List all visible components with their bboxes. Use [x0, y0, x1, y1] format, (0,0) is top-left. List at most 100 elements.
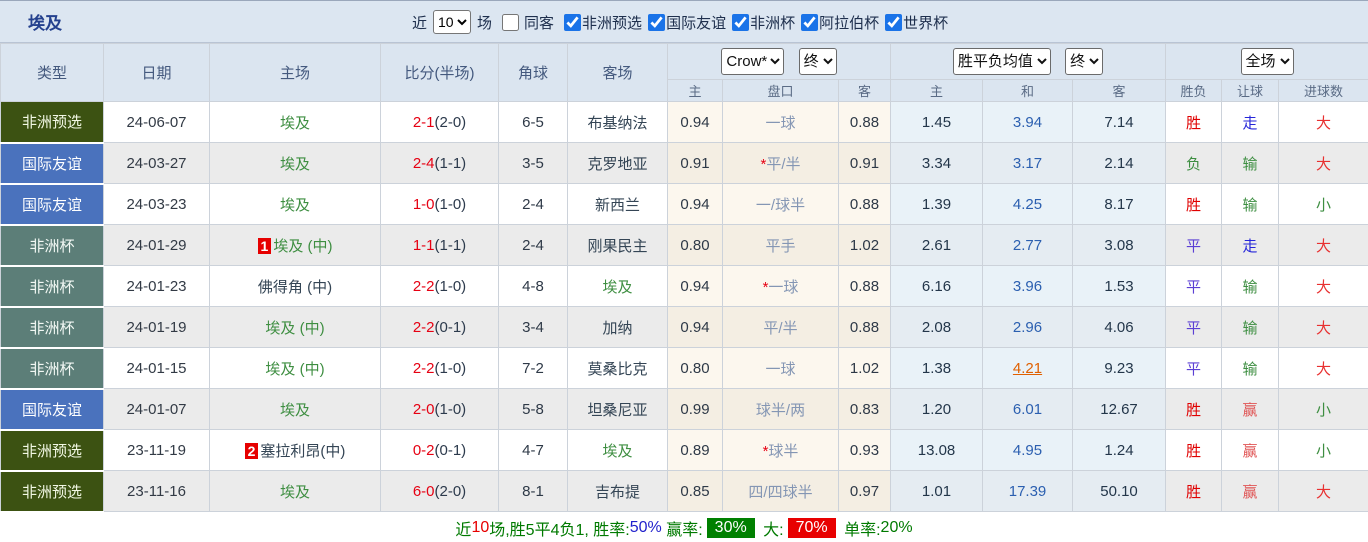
odds-home: 2.08	[890, 306, 984, 348]
odds-home: 13.08	[890, 429, 984, 471]
match-score: 6-0(2-0)	[380, 470, 499, 512]
same-away-label: 同客	[524, 14, 555, 32]
handicap-result-cell: 输	[1221, 142, 1280, 184]
rank-badge: 1	[257, 237, 272, 254]
table-row: 国际友谊 24-01-07 埃及 2-0(1-0) 5-8 坦桑尼亚 0.99 …	[0, 388, 1368, 431]
big-rate-badge: 70%	[787, 517, 836, 538]
match-score: 2-4(1-1)	[380, 142, 499, 184]
odds-away: 2.14	[1072, 142, 1167, 184]
filter-world-cup-label: 世界杯	[903, 14, 949, 32]
odds-home: 3.34	[890, 142, 984, 184]
match-date: 23-11-19	[103, 429, 210, 471]
goals-cell: 小	[1278, 183, 1368, 225]
filter-africa-qual-group: 非洲预选	[558, 12, 642, 33]
handicap-home-odds: 0.94	[667, 265, 723, 307]
match-score: 1-0(1-0)	[380, 183, 499, 225]
filter-arab-cup-group: 阿拉伯杯	[795, 12, 879, 33]
same-away-group: 同客	[496, 12, 558, 33]
result-cell: 负	[1165, 142, 1223, 184]
match-score: 2-1(2-0)	[380, 101, 499, 143]
handicap-result-cell: 赢	[1221, 388, 1280, 430]
handicap-line: 一球	[722, 101, 839, 143]
table-row: 非洲杯 24-01-29 1 埃及 (中) 1-1(1-1) 2-4 刚果民主 0…	[0, 224, 1368, 267]
subcol-goals: 进球数	[1278, 79, 1368, 102]
odds-draw: 2.77	[982, 224, 1074, 266]
odds-away: 7.14	[1072, 101, 1167, 143]
filter-africa-cup-checkbox[interactable]	[732, 13, 750, 31]
subcol-odds-away: 客	[1072, 79, 1167, 102]
scope-select[interactable]: 全场	[1240, 48, 1294, 75]
match-date: 24-06-07	[103, 101, 210, 143]
match-history-panel: 埃及 近 10 场 同客 非洲预选 国际友谊 非洲杯 阿拉伯杯 世界杯 类型 日…	[0, 0, 1368, 542]
odds-away: 12.67	[1072, 388, 1167, 430]
match-date: 24-01-15	[103, 347, 210, 389]
filter-friendly-checkbox[interactable]	[648, 13, 666, 31]
match-type-badge: 非洲预选	[0, 101, 104, 144]
odds-draw: 4.25	[982, 183, 1074, 225]
match-type-badge: 非洲杯	[0, 265, 104, 308]
goals-cell: 大	[1278, 142, 1368, 184]
same-away-checkbox[interactable]	[502, 13, 520, 31]
company-period-select[interactable]: 终	[798, 48, 837, 75]
handicap-line: 一球	[722, 347, 839, 389]
summary-record: 场,胜5平4负1,	[489, 521, 594, 539]
handicap-home-odds: 0.85	[667, 470, 723, 512]
filter-world-cup-checkbox[interactable]	[885, 13, 903, 31]
col-header-score: 比分(半场)	[380, 43, 499, 102]
scope-select-cell: 全场	[1165, 43, 1368, 80]
win-rate-label: 胜率:	[593, 521, 630, 539]
recent-label: 近	[412, 14, 428, 32]
result-cell: 平	[1165, 265, 1223, 307]
filter-africa-qual-checkbox[interactable]	[564, 13, 582, 31]
result-cell: 平	[1165, 224, 1223, 266]
odds-draw: 3.17	[982, 142, 1074, 184]
odds-type-select[interactable]: 胜平负均值	[952, 48, 1051, 75]
company-select[interactable]: Crow*	[721, 48, 785, 75]
subcol-hcap-result: 让球	[1221, 79, 1280, 102]
match-date: 24-01-19	[103, 306, 210, 348]
title-bar: 埃及 近 10 场 同客 非洲预选 国际友谊 非洲杯 阿拉伯杯 世界杯	[0, 1, 1368, 43]
handicap-result-cell: 走	[1221, 224, 1280, 266]
odds-home: 1.39	[890, 183, 984, 225]
col-header-home: 主场	[209, 43, 381, 102]
match-date: 23-11-16	[103, 470, 210, 512]
goals-cell: 大	[1278, 306, 1368, 348]
filter-controls: 近 10 场 同客 非洲预选 国际友谊 非洲杯 阿拉伯杯 世界杯	[408, 1, 948, 43]
match-type-badge: 国际友谊	[0, 183, 104, 226]
odds-home: 1.01	[890, 470, 984, 512]
table-row: 非洲杯 24-01-23 佛得角 (中) 2-2(1-0) 4-8 埃及 0.9…	[0, 265, 1368, 308]
summary-recent-label: 近	[455, 521, 472, 539]
handicap-result-cell: 赢	[1221, 429, 1280, 471]
odds-draw-highlighted[interactable]: 4.21	[982, 347, 1074, 389]
handicap-home-odds: 0.89	[667, 429, 723, 471]
result-cell: 平	[1165, 306, 1223, 348]
win-rate-value: 50%	[629, 518, 662, 536]
handicap-line: 平/半	[722, 306, 839, 348]
goals-cell: 大	[1278, 265, 1368, 307]
odds-away: 9.23	[1072, 347, 1167, 389]
away-team: 克罗地亚	[567, 142, 668, 184]
home-team: 佛得角 (中)	[209, 265, 381, 307]
recent-count-select[interactable]: 10	[433, 10, 472, 34]
handicap-away-odds: 0.88	[837, 183, 892, 225]
handicap-result-cell: 走	[1221, 101, 1280, 143]
filter-arab-cup-checkbox[interactable]	[801, 13, 819, 31]
away-team: 莫桑比克	[567, 347, 668, 389]
table-row: 非洲预选 24-06-07 埃及 2-1(2-0) 6-5 布基纳法 0.94 …	[0, 101, 1368, 144]
goals-cell: 大	[1278, 224, 1368, 266]
corner-score: 8-1	[498, 470, 568, 512]
result-cell: 胜	[1165, 183, 1223, 225]
handicap-away-odds: 0.83	[837, 388, 892, 430]
profit-rate-badge: 30%	[706, 517, 755, 538]
filter-friendly-label: 国际友谊	[666, 14, 727, 32]
table-row: 非洲预选 23-11-19 2 塞拉利昂(中) 0-2(0-1) 4-7 埃及 0…	[0, 429, 1368, 472]
handicap-away-odds: 0.91	[837, 142, 892, 184]
big-rate-label: 大:	[758, 521, 784, 539]
filter-friendly-group: 国际友谊	[642, 12, 726, 33]
home-team: 埃及	[209, 101, 381, 143]
match-type-badge: 非洲杯	[0, 347, 104, 390]
odds-period-select[interactable]: 终	[1065, 48, 1104, 75]
odds-away: 4.06	[1072, 306, 1167, 348]
corner-score: 4-7	[498, 429, 568, 471]
result-cell: 胜	[1165, 470, 1223, 512]
